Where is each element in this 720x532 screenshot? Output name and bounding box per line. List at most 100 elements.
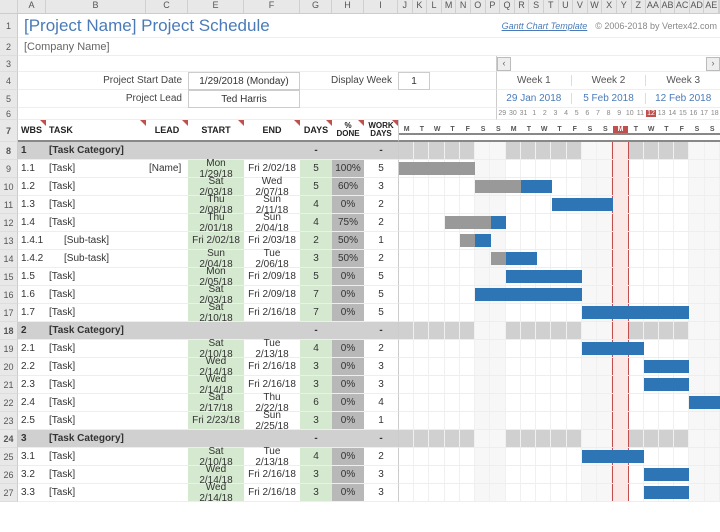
task-cell[interactable]: [Task] bbox=[46, 484, 146, 502]
start-cell[interactable]: Wed 2/14/18 bbox=[188, 484, 244, 502]
header-workdays[interactable]: WORK DAYS bbox=[364, 120, 398, 142]
pct-cell[interactable] bbox=[332, 142, 364, 160]
row-number[interactable]: 10 bbox=[0, 178, 18, 196]
lead-cell[interactable] bbox=[146, 250, 188, 268]
wbs-cell[interactable]: 1 bbox=[18, 142, 46, 160]
table-row[interactable]: 202.2[Task]Wed 2/14/18Fri 2/16/1830%3 bbox=[0, 358, 720, 376]
header-days[interactable]: DAYS bbox=[300, 120, 332, 142]
row-number[interactable]: 13 bbox=[0, 232, 18, 250]
row-number[interactable]: 5 bbox=[0, 90, 18, 108]
days-cell[interactable]: 2 bbox=[300, 232, 332, 250]
task-cell[interactable]: [Task] bbox=[46, 358, 146, 376]
task-cell[interactable]: [Task] bbox=[46, 394, 146, 412]
task-cell[interactable]: [Task Category] bbox=[46, 322, 146, 340]
table-row[interactable]: 212.3[Task]Wed 2/14/18Fri 2/16/1830%3 bbox=[0, 376, 720, 394]
pct-cell[interactable]: 75% bbox=[332, 214, 364, 232]
row-number[interactable]: 19 bbox=[0, 340, 18, 358]
pct-cell[interactable]: 0% bbox=[332, 394, 364, 412]
task-cell[interactable]: [Task] bbox=[46, 214, 146, 232]
table-row[interactable]: 131.4.1[Sub-task]Fri 2/02/18Fri 2/03/182… bbox=[0, 232, 720, 250]
days-cell[interactable]: 4 bbox=[300, 196, 332, 214]
table-row[interactable]: 151.5[Task]Mon 2/05/18Fri 2/09/1850%5 bbox=[0, 268, 720, 286]
wbs-cell[interactable]: 1.7 bbox=[18, 304, 46, 322]
end-cell[interactable]: Sun 2/25/18 bbox=[244, 412, 300, 430]
row-number[interactable]: 24 bbox=[0, 430, 18, 448]
end-cell[interactable]: Sun 2/04/18 bbox=[244, 214, 300, 232]
page-title[interactable]: [Project Name] Project Schedule bbox=[18, 14, 398, 38]
pct-cell[interactable]: 0% bbox=[332, 448, 364, 466]
row-number[interactable]: 21 bbox=[0, 376, 18, 394]
row-number[interactable]: 7 bbox=[0, 120, 18, 142]
pct-cell[interactable]: 0% bbox=[332, 358, 364, 376]
start-cell[interactable]: Thu 2/01/18 bbox=[188, 214, 244, 232]
days-cell[interactable]: 3 bbox=[300, 412, 332, 430]
row-number[interactable]: 3 bbox=[0, 56, 18, 72]
row-number[interactable]: 2 bbox=[0, 38, 18, 56]
prev-week-button[interactable]: ‹ bbox=[497, 57, 511, 71]
days-cell[interactable]: 4 bbox=[300, 214, 332, 232]
row-number[interactable]: 15 bbox=[0, 268, 18, 286]
lead-cell[interactable] bbox=[146, 394, 188, 412]
end-cell[interactable]: Tue 2/13/18 bbox=[244, 448, 300, 466]
pct-cell[interactable]: 0% bbox=[332, 412, 364, 430]
row-number[interactable]: 16 bbox=[0, 286, 18, 304]
wbs-cell[interactable]: 3.2 bbox=[18, 466, 46, 484]
wbs-cell[interactable]: 2.1 bbox=[18, 340, 46, 358]
table-row[interactable]: 161.6[Task]Sat 2/03/18Fri 2/09/1870%5 bbox=[0, 286, 720, 304]
task-cell[interactable]: [Task] bbox=[46, 178, 146, 196]
row-number[interactable]: 4 bbox=[0, 72, 18, 90]
pct-cell[interactable]: 100% bbox=[332, 160, 364, 178]
wbs-cell[interactable]: 2.4 bbox=[18, 394, 46, 412]
start-date-input[interactable]: 1/29/2018 (Monday) bbox=[188, 72, 300, 90]
wbs-cell[interactable]: 1.1 bbox=[18, 160, 46, 178]
task-cell[interactable]: [Task] bbox=[46, 268, 146, 286]
end-cell[interactable]: Fri 2/09/18 bbox=[244, 268, 300, 286]
lead-cell[interactable] bbox=[146, 358, 188, 376]
header-pct[interactable]: % DONE bbox=[332, 120, 364, 142]
end-cell[interactable] bbox=[244, 142, 300, 160]
days-cell[interactable]: 3 bbox=[300, 358, 332, 376]
wbs-cell[interactable]: 2 bbox=[18, 322, 46, 340]
lead-cell[interactable]: [Name] bbox=[146, 160, 188, 178]
table-row[interactable]: 232.5[Task]Fri 2/23/18Sun 2/25/1830%1 bbox=[0, 412, 720, 430]
end-cell[interactable]: Fri 2/16/18 bbox=[244, 484, 300, 502]
wbs-cell[interactable]: 1.4 bbox=[18, 214, 46, 232]
row-number[interactable]: 11 bbox=[0, 196, 18, 214]
lead-cell[interactable] bbox=[146, 448, 188, 466]
wbs-cell[interactable]: 1.5 bbox=[18, 268, 46, 286]
lead-cell[interactable] bbox=[146, 232, 188, 250]
row-number[interactable]: 18 bbox=[0, 322, 18, 340]
lead-cell[interactable] bbox=[146, 268, 188, 286]
pct-cell[interactable]: 50% bbox=[332, 232, 364, 250]
days-cell[interactable]: 4 bbox=[300, 340, 332, 358]
days-cell[interactable]: 5 bbox=[300, 178, 332, 196]
table-row[interactable]: 182[Task Category]-- bbox=[0, 322, 720, 340]
pct-cell[interactable]: 0% bbox=[332, 286, 364, 304]
header-start[interactable]: START bbox=[188, 120, 244, 142]
lead-cell[interactable] bbox=[146, 196, 188, 214]
wbs-cell[interactable]: 1.4.1 bbox=[18, 232, 46, 250]
days-cell[interactable]: 3 bbox=[300, 376, 332, 394]
task-cell[interactable]: [Task] bbox=[46, 196, 146, 214]
lead-cell[interactable] bbox=[146, 376, 188, 394]
days-cell[interactable]: 5 bbox=[300, 160, 332, 178]
pct-cell[interactable]: 50% bbox=[332, 250, 364, 268]
days-cell[interactable]: 3 bbox=[300, 466, 332, 484]
task-cell[interactable]: [Sub-task] bbox=[46, 250, 146, 268]
days-cell[interactable]: 7 bbox=[300, 304, 332, 322]
project-lead-input[interactable]: Ted Harris bbox=[188, 90, 300, 108]
wbs-cell[interactable]: 3.3 bbox=[18, 484, 46, 502]
end-cell[interactable]: Fri 2/16/18 bbox=[244, 358, 300, 376]
end-cell[interactable]: Fri 2/16/18 bbox=[244, 304, 300, 322]
row-number[interactable]: 8 bbox=[0, 142, 18, 160]
row-number[interactable]: 9 bbox=[0, 160, 18, 178]
table-row[interactable]: 91.1[Task][Name]Mon 1/29/18Fri 2/02/1851… bbox=[0, 160, 720, 178]
wbs-cell[interactable]: 2.2 bbox=[18, 358, 46, 376]
table-row[interactable]: 263.2[Task]Wed 2/14/18Fri 2/16/1830%3 bbox=[0, 466, 720, 484]
pct-cell[interactable]: 0% bbox=[332, 196, 364, 214]
row-number[interactable]: 1 bbox=[0, 14, 18, 38]
pct-cell[interactable]: 0% bbox=[332, 304, 364, 322]
table-row[interactable]: 141.4.2[Sub-task]Sun 2/04/18Tue 2/06/183… bbox=[0, 250, 720, 268]
lead-cell[interactable] bbox=[146, 484, 188, 502]
wbs-cell[interactable]: 1.3 bbox=[18, 196, 46, 214]
